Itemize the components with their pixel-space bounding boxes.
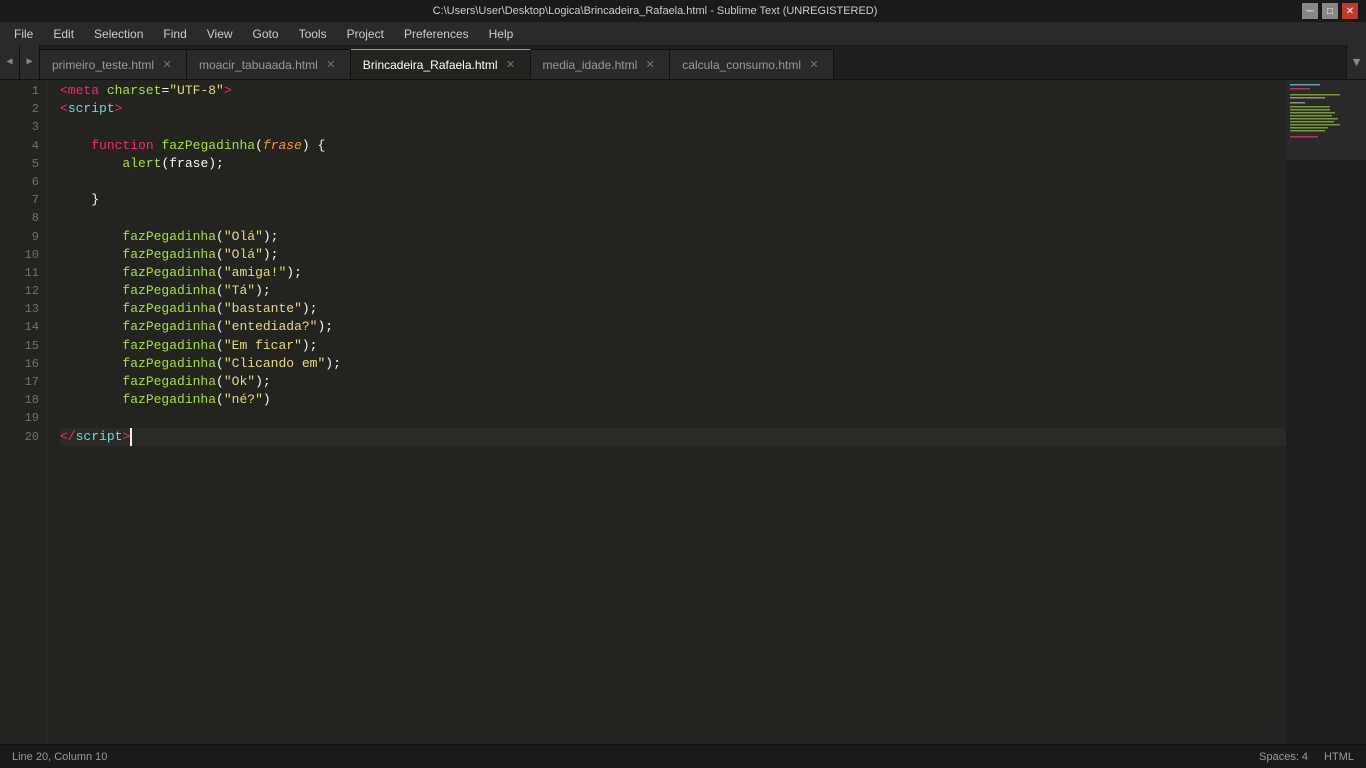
line-num-20: 20 [0, 428, 39, 446]
code-line-6 [60, 173, 1286, 191]
code-line-17: fazPegadinha("Ok"); [60, 373, 1286, 391]
minimap-highlight [1286, 80, 1366, 160]
line-num-5: 5 [0, 155, 39, 173]
menu-edit[interactable]: Edit [43, 22, 84, 45]
line-num-11: 11 [0, 264, 39, 282]
tab-label: calcula_consumo.html [682, 58, 801, 72]
menu-selection[interactable]: Selection [84, 22, 153, 45]
line-num-19: 19 [0, 409, 39, 427]
code-line-7: } [60, 191, 1286, 209]
tab-nav-next[interactable]: ▶ [20, 45, 40, 79]
menu-help[interactable]: Help [479, 22, 524, 45]
code-line-5: alert(frase); [60, 155, 1286, 173]
code-line-14: fazPegadinha("entediada?"); [60, 318, 1286, 336]
line-num-16: 16 [0, 355, 39, 373]
code-area[interactable]: <meta charset="UTF-8"> <script> function… [48, 80, 1286, 744]
tab-primeiro-teste[interactable]: primeiro_teste.html ✕ [40, 49, 187, 79]
close-button[interactable]: ✕ [1342, 3, 1358, 19]
code-line-16: fazPegadinha("Clicando em"); [60, 355, 1286, 373]
line-num-6: 6 [0, 173, 39, 191]
line-numbers: 1 2 3 4 5 6 7 8 9 10 11 12 13 14 15 16 1… [0, 80, 48, 744]
tab-close-media[interactable]: ✕ [643, 58, 657, 72]
line-num-3: 3 [0, 118, 39, 136]
maximize-button[interactable]: □ [1322, 3, 1338, 19]
line-num-17: 17 [0, 373, 39, 391]
minimap [1286, 80, 1366, 744]
title-bar: C:\Users\User\Desktop\Logica\Brincadeira… [0, 0, 1366, 22]
status-left: Line 20, Column 10 [12, 751, 107, 763]
tab-close-primeiro[interactable]: ✕ [160, 58, 174, 72]
status-right: Spaces: 4 HTML [1259, 751, 1354, 763]
line-num-7: 7 [0, 191, 39, 209]
tab-label: Brincadeira_Rafaela.html [363, 58, 498, 72]
tab-close-moacir[interactable]: ✕ [324, 58, 338, 72]
tab-close-calcula[interactable]: ✕ [807, 58, 821, 72]
code-line-19 [60, 409, 1286, 427]
status-position: Line 20, Column 10 [12, 751, 107, 763]
code-line-12: fazPegadinha("Tá"); [60, 282, 1286, 300]
window-controls: ─ □ ✕ [1302, 3, 1358, 19]
code-line-11: fazPegadinha("amiga!"); [60, 264, 1286, 282]
menu-preferences[interactable]: Preferences [394, 22, 479, 45]
tab-bar: ◀ ▶ primeiro_teste.html ✕ moacir_tabuaad… [0, 46, 1366, 80]
tab-label: moacir_tabuaada.html [199, 58, 318, 72]
code-line-15: fazPegadinha("Em ficar"); [60, 337, 1286, 355]
menu-find[interactable]: Find [153, 22, 196, 45]
tab-media-idade[interactable]: media_idade.html ✕ [531, 49, 671, 79]
menu-tools[interactable]: Tools [289, 22, 337, 45]
line-num-12: 12 [0, 282, 39, 300]
tab-moacir-tabuaada[interactable]: moacir_tabuaada.html ✕ [187, 49, 351, 79]
line-num-18: 18 [0, 391, 39, 409]
status-bar: Line 20, Column 10 Spaces: 4 HTML [0, 744, 1366, 768]
code-line-13: fazPegadinha("bastante"); [60, 300, 1286, 318]
code-line-4: function fazPegadinha(frase) { [60, 137, 1286, 155]
tab-overflow-button[interactable]: ▼ [1346, 45, 1366, 79]
line-num-14: 14 [0, 318, 39, 336]
tab-brincadeira-rafaela[interactable]: Brincadeira_Rafaela.html ✕ [351, 49, 531, 79]
line-num-4: 4 [0, 137, 39, 155]
menu-project[interactable]: Project [337, 22, 394, 45]
status-spaces: Spaces: 4 [1259, 751, 1308, 763]
code-line-20: </script>​ [60, 428, 1286, 446]
title-text: C:\Users\User\Desktop\Logica\Brincadeira… [8, 5, 1302, 17]
code-line-9: fazPegadinha("Olá"); [60, 228, 1286, 246]
code-line-2: <script> [60, 100, 1286, 118]
code-line-8 [60, 209, 1286, 227]
code-line-18: fazPegadinha("né?") [60, 391, 1286, 409]
menu-goto[interactable]: Goto [243, 22, 289, 45]
line-num-9: 9 [0, 228, 39, 246]
line-num-15: 15 [0, 337, 39, 355]
code-line-3 [60, 118, 1286, 136]
line-num-8: 8 [0, 209, 39, 227]
tab-nav-prev[interactable]: ◀ [0, 45, 20, 79]
tab-close-brincadeira[interactable]: ✕ [504, 58, 518, 72]
menu-file[interactable]: File [4, 22, 43, 45]
code-line-1: <meta charset="UTF-8"> [60, 82, 1286, 100]
tab-label: primeiro_teste.html [52, 58, 154, 72]
editor: 1 2 3 4 5 6 7 8 9 10 11 12 13 14 15 16 1… [0, 80, 1366, 744]
line-num-2: 2 [0, 100, 39, 118]
menu-bar: File Edit Selection Find View Goto Tools… [0, 22, 1366, 46]
tab-calcula-consumo[interactable]: calcula_consumo.html ✕ [670, 49, 834, 79]
line-num-1: 1 [0, 82, 39, 100]
menu-view[interactable]: View [197, 22, 243, 45]
tab-label: media_idade.html [543, 58, 638, 72]
line-num-10: 10 [0, 246, 39, 264]
minimize-button[interactable]: ─ [1302, 3, 1318, 19]
code-line-10: fazPegadinha("Olá"); [60, 246, 1286, 264]
status-syntax: HTML [1324, 751, 1354, 763]
line-num-13: 13 [0, 300, 39, 318]
